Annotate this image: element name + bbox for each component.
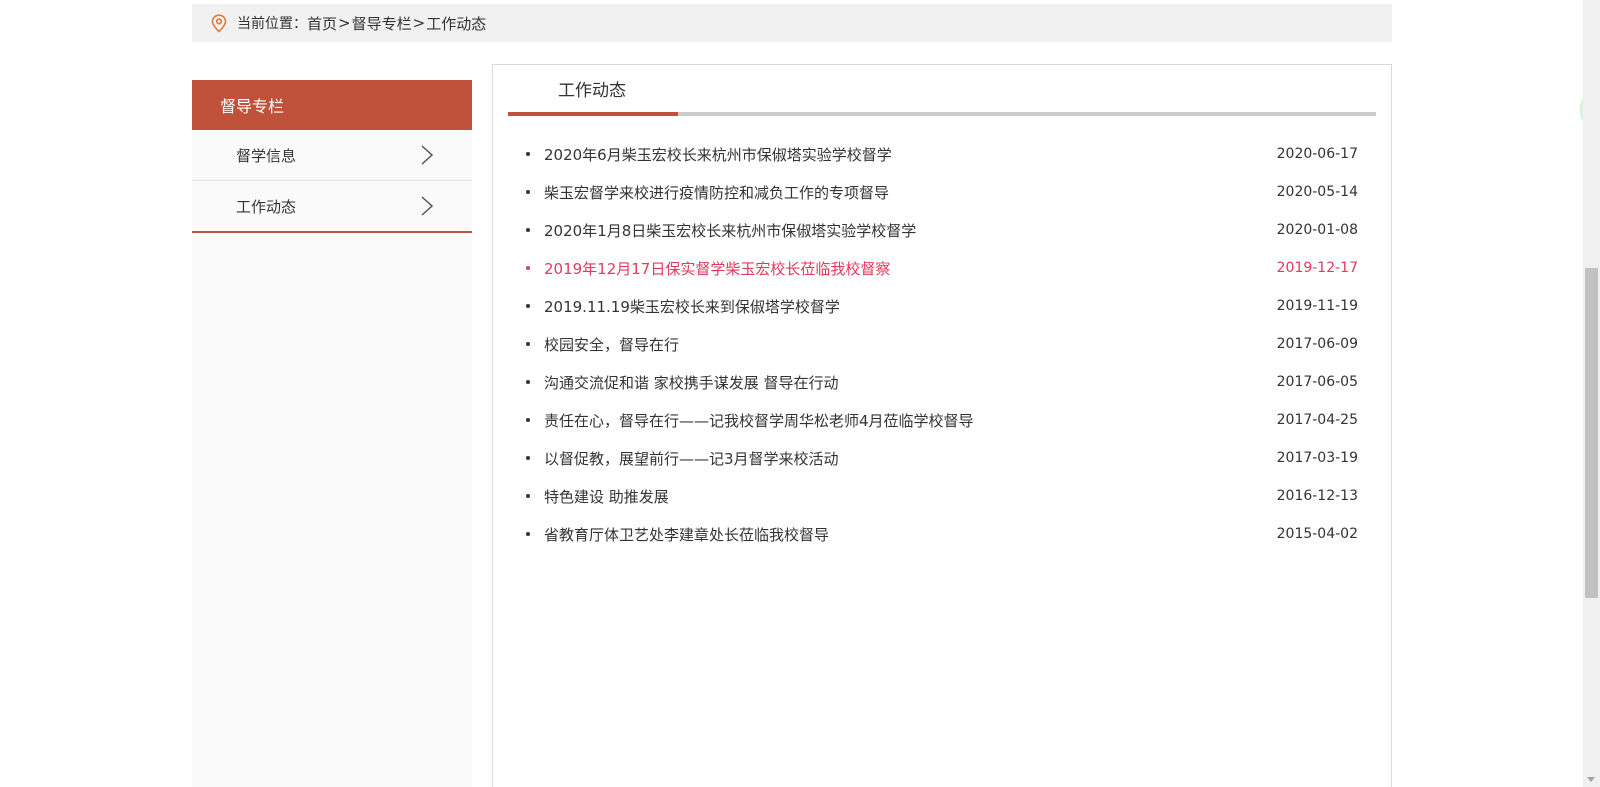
news-list: 2020年6月柴玉宏校长来杭州市保俶塔实验学校督学 2020-06-17 柴玉宏… xyxy=(508,135,1376,553)
news-title[interactable]: 省教育厅体卫艺处李建章处长莅临我校督导 xyxy=(544,524,1277,545)
list-item[interactable]: 责任在心，督导在行——记我校督学周华松老师4月莅临学校督导 2017-04-25 xyxy=(508,401,1376,439)
main-content: 工作动态 2020年6月柴玉宏校长来杭州市保俶塔实验学校督学 2020-06-1… xyxy=(492,64,1392,787)
bullet-icon xyxy=(526,418,530,422)
page-title: 工作动态 xyxy=(558,81,626,101)
news-date: 2017-03-19 xyxy=(1276,450,1358,466)
bullet-icon xyxy=(526,342,530,346)
list-item[interactable]: 校园安全，督导在行 2017-06-09 xyxy=(508,325,1376,363)
list-item[interactable]: 柴玉宏督学来校进行疫情防控和减负工作的专项督导 2020-05-14 xyxy=(508,173,1376,211)
sidebar: 督导专栏 督学信息 工作动态 xyxy=(192,80,472,787)
list-item-hovered[interactable]: 2019年12月17日保实督学柴玉宏校长莅临我校督察 2019-12-17 xyxy=(508,249,1376,287)
breadcrumb-separator: > xyxy=(412,14,426,32)
title-underline xyxy=(508,112,1376,116)
location-pin-icon xyxy=(210,13,228,33)
news-date: 2020-05-14 xyxy=(1276,184,1358,200)
news-date: 2016-12-13 xyxy=(1276,488,1358,504)
list-item[interactable]: 2019.11.19柴玉宏校长来到保俶塔学校督学 2019-11-19 xyxy=(508,287,1376,325)
news-title[interactable]: 2019.11.19柴玉宏校长来到保俶塔学校督学 xyxy=(544,296,1277,317)
list-item[interactable]: 特色建设 助推发展 2016-12-13 xyxy=(508,477,1376,515)
breadcrumb-separator: > xyxy=(338,14,351,32)
page: 当前位置： 首页 > 督导专栏 > 工作动态 督导专栏 督学信息 工作动态 工作… xyxy=(0,0,1600,787)
news-date: 2019-12-17 xyxy=(1276,260,1358,276)
scrollbar-thumb[interactable] xyxy=(1585,268,1598,598)
news-title[interactable]: 以督促教，展望前行——记3月督学来校活动 xyxy=(544,448,1277,469)
list-item[interactable]: 2020年1月8日柴玉宏校长来杭州市保俶塔实验学校督学 2020-01-08 xyxy=(508,211,1376,249)
title-underline-accent xyxy=(508,112,678,116)
bullet-icon xyxy=(526,266,530,270)
news-date: 2015-04-02 xyxy=(1276,526,1358,542)
news-title[interactable]: 2020年6月柴玉宏校长来杭州市保俶塔实验学校督学 xyxy=(544,144,1277,165)
news-title[interactable]: 责任在心，督导在行——记我校督学周华松老师4月莅临学校督导 xyxy=(544,410,1277,431)
breadcrumb: 当前位置： 首页 > 督导专栏 > 工作动态 xyxy=(192,4,1392,42)
breadcrumb-current[interactable]: 工作动态 xyxy=(426,13,486,34)
bullet-icon xyxy=(526,228,530,232)
news-title[interactable]: 柴玉宏督学来校进行疫情防控和减负工作的专项督导 xyxy=(544,182,1277,203)
sidebar-item-label: 工作动态 xyxy=(236,197,297,216)
news-date: 2017-06-09 xyxy=(1276,336,1358,352)
bullet-icon xyxy=(526,532,530,536)
bullet-icon xyxy=(526,190,530,194)
news-date: 2020-01-08 xyxy=(1276,222,1358,238)
breadcrumb-label: 当前位置： xyxy=(237,16,307,32)
bullet-icon xyxy=(526,494,530,498)
list-item[interactable]: 省教育厅体卫艺处李建章处长莅临我校督导 2015-04-02 xyxy=(508,515,1376,553)
list-item[interactable]: 沟通交流促和谐 家校携手谋发展 督导在行动 2017-06-05 xyxy=(508,363,1376,401)
news-title[interactable]: 校园安全，督导在行 xyxy=(544,334,1277,355)
breadcrumb-home[interactable]: 首页 xyxy=(307,13,337,34)
scroll-down-arrow-icon[interactable] xyxy=(1587,777,1595,782)
sidebar-header: 督导专栏 xyxy=(192,80,472,130)
news-title[interactable]: 沟通交流促和谐 家校携手谋发展 督导在行动 xyxy=(544,372,1277,393)
breadcrumb-section[interactable]: 督导专栏 xyxy=(352,13,412,34)
news-date: 2019-11-19 xyxy=(1276,298,1358,314)
list-item[interactable]: 以督促教，展望前行——记3月督学来校活动 2017-03-19 xyxy=(508,439,1376,477)
sidebar-item-inspector-info[interactable]: 督学信息 xyxy=(192,130,472,181)
bullet-icon xyxy=(526,380,530,384)
news-date: 2017-06-05 xyxy=(1276,374,1358,390)
section-header: 工作动态 xyxy=(508,65,1376,116)
vertical-scrollbar[interactable] xyxy=(1583,0,1600,787)
news-title[interactable]: 特色建设 助推发展 xyxy=(544,486,1277,507)
news-title[interactable]: 2019年12月17日保实督学柴玉宏校长莅临我校督察 xyxy=(544,258,1277,279)
sidebar-item-work-news[interactable]: 工作动态 xyxy=(192,181,472,233)
bullet-icon xyxy=(526,304,530,308)
chevron-right-icon xyxy=(421,196,434,216)
bullet-icon xyxy=(526,456,530,460)
news-date: 2017-04-25 xyxy=(1276,412,1358,428)
sidebar-item-label: 督学信息 xyxy=(236,146,297,165)
news-title[interactable]: 2020年1月8日柴玉宏校长来杭州市保俶塔实验学校督学 xyxy=(544,220,1277,241)
list-item[interactable]: 2020年6月柴玉宏校长来杭州市保俶塔实验学校督学 2020-06-17 xyxy=(508,135,1376,173)
bullet-icon xyxy=(526,152,530,156)
chevron-right-icon xyxy=(421,145,434,165)
news-date: 2020-06-17 xyxy=(1276,146,1358,162)
